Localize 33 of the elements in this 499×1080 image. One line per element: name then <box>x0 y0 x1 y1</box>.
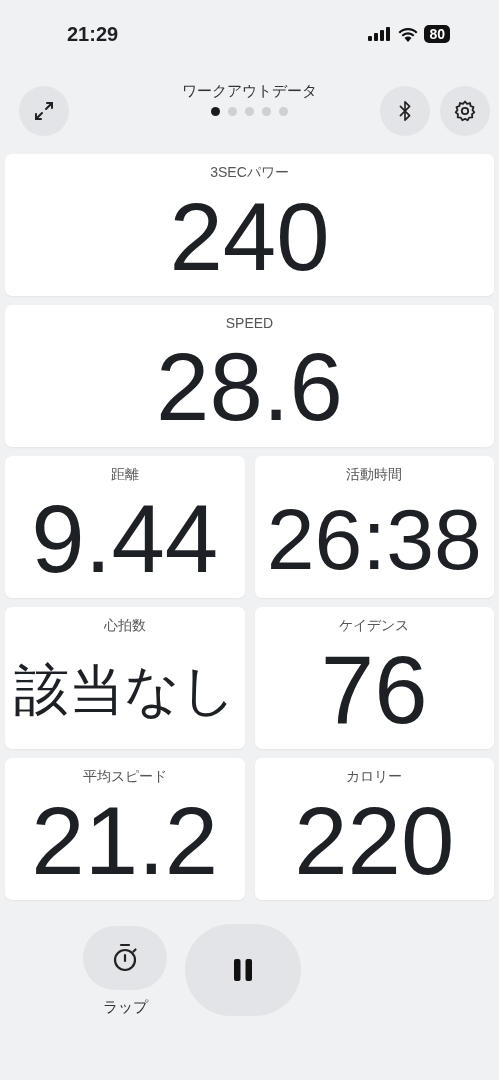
metric-value: 76 <box>320 635 428 745</box>
settings-button[interactable] <box>440 86 490 136</box>
metric-label: 3SECパワー <box>210 164 289 182</box>
signal-icon <box>368 27 393 41</box>
expand-icon <box>32 99 56 123</box>
bluetooth-button[interactable] <box>380 86 430 136</box>
lap-label: ラップ <box>102 998 148 1017</box>
page-dot[interactable] <box>228 107 237 116</box>
metric-value: 240 <box>169 182 330 292</box>
metric-label: ケイデンス <box>339 617 410 635</box>
wifi-icon <box>398 26 419 42</box>
pause-icon <box>232 958 254 982</box>
metric-value: 9.44 <box>31 484 219 594</box>
screen-title: ワークアウトデータ <box>182 82 317 101</box>
page-dot[interactable] <box>279 107 288 116</box>
status-time: 21:29 <box>67 22 119 46</box>
metric-value: 220 <box>294 786 455 896</box>
metric-value: 21.2 <box>31 786 219 896</box>
metric-label: 距離 <box>110 466 139 484</box>
battery-indicator: 80 <box>424 25 450 43</box>
metric-label: 心拍数 <box>103 617 146 635</box>
metric-value: 26:38 <box>266 490 482 589</box>
metric-label: カロリー <box>346 768 403 786</box>
metric-value: 該当なし <box>13 657 236 723</box>
metric-label: 平均スピード <box>82 768 167 786</box>
metric-value: 28.6 <box>156 332 343 442</box>
metric-label: 活動時間 <box>346 466 403 484</box>
expand-button[interactable] <box>19 86 69 136</box>
page-dot[interactable] <box>211 107 220 116</box>
settings-icon <box>453 99 477 123</box>
page-dot[interactable] <box>245 107 254 116</box>
page-dot[interactable] <box>262 107 271 116</box>
metric-label: SPEED <box>225 315 274 331</box>
